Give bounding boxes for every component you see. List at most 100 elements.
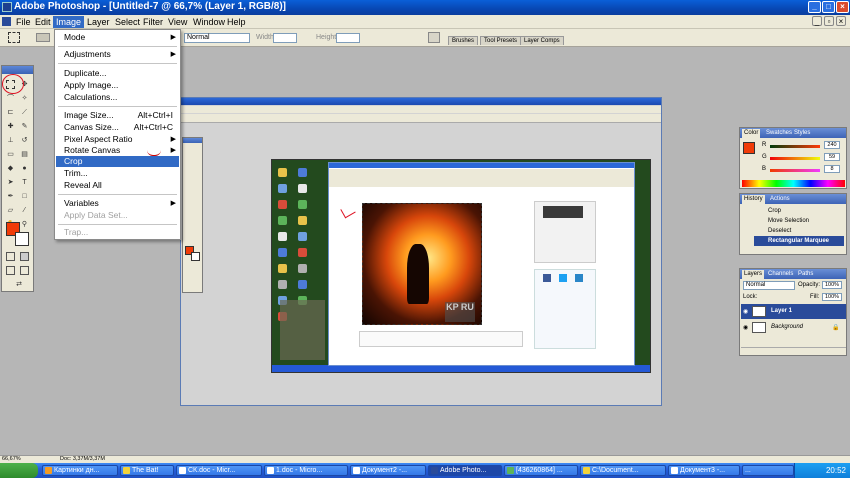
slice-tool-icon[interactable]: ⟋ <box>20 108 29 117</box>
clock[interactable]: 20:52 <box>826 466 846 475</box>
menu-image[interactable]: Image <box>53 16 85 28</box>
menu-item-image-size[interactable]: Image Size... Alt+Ctrl+I <box>56 110 179 121</box>
history-item[interactable]: Crop <box>754 206 844 216</box>
zoom-tool-icon[interactable]: ⚲ <box>20 220 29 229</box>
eyedropper-icon[interactable]: ⁄ <box>20 206 29 215</box>
pen-tool-icon[interactable]: ✒ <box>6 192 15 201</box>
menu-item-adjustments[interactable]: Adjustments ▶ <box>56 49 179 60</box>
tab-brushes[interactable]: Brushes <box>448 36 479 45</box>
menu-item-trim[interactable]: Trim... <box>56 168 179 179</box>
tab-actions[interactable]: Actions <box>768 195 792 204</box>
g-slider[interactable] <box>770 157 820 160</box>
eye-icon[interactable]: ◉ <box>743 308 749 315</box>
task-button[interactable]: The Bat! <box>120 465 174 476</box>
doc-minimize-button[interactable]: _ <box>812 16 822 26</box>
fullscreen-mode-icon[interactable] <box>20 266 29 275</box>
menu-help[interactable]: Help <box>224 16 249 28</box>
fire-photo[interactable]: KP RU <box>362 203 482 325</box>
marquee-tool-preset-icon[interactable] <box>8 32 20 43</box>
task-button[interactable]: ... <box>742 465 794 476</box>
clone-stamp-icon[interactable]: ⊥ <box>6 136 15 145</box>
tab-layers[interactable]: Layers <box>742 270 765 279</box>
close-button[interactable]: × <box>836 1 849 13</box>
history-item-active[interactable]: Rectangular Marquee <box>754 236 844 246</box>
tab-paths[interactable]: Paths <box>796 270 815 279</box>
menu-item-canvas-size[interactable]: Canvas Size... Alt+Ctrl+C <box>56 122 179 133</box>
menu-item-reveal-all[interactable]: Reveal All <box>56 180 179 191</box>
task-button[interactable]: [436260864] ... <box>504 465 578 476</box>
brush-tool-icon[interactable]: ✎ <box>20 122 29 131</box>
history-item[interactable]: Move Selection <box>754 216 844 226</box>
b-value[interactable]: 8 <box>824 165 840 173</box>
task-button-active[interactable]: Adobe Photo... <box>428 465 502 476</box>
tab-tool-presets[interactable]: Tool Presets <box>480 36 522 45</box>
color-fg-swatch[interactable] <box>743 142 755 154</box>
menu-edit[interactable]: Edit <box>32 16 54 28</box>
menu-file[interactable]: File <box>13 16 34 28</box>
menu-item-pixel-aspect-ratio[interactable]: Pixel Aspect Ratio ▶ <box>56 134 179 145</box>
menu-view[interactable]: View <box>165 16 190 28</box>
task-button[interactable]: C:\Document... <box>580 465 666 476</box>
eraser-tool-icon[interactable]: ▭ <box>6 150 15 159</box>
blur-tool-icon[interactable]: ◆ <box>6 164 15 173</box>
path-select-icon[interactable]: ➤ <box>6 178 15 187</box>
standard-mode-icon[interactable] <box>6 252 15 261</box>
tab-history[interactable]: History <box>742 195 765 204</box>
photoshop-doc-icon[interactable] <box>2 17 11 26</box>
history-brush-icon[interactable]: ↺ <box>20 136 29 145</box>
menu-window[interactable]: Window <box>190 16 228 28</box>
task-button[interactable]: СК.doc - Micr... <box>176 465 262 476</box>
start-button[interactable] <box>0 463 38 478</box>
file-browser-icon[interactable] <box>428 32 440 43</box>
history-item[interactable]: Deselect <box>754 226 844 236</box>
menu-item-apply-image[interactable]: Apply Image... <box>56 80 179 91</box>
task-button[interactable]: Документ2 -... <box>350 465 426 476</box>
tab-color[interactable]: Color <box>742 129 761 138</box>
b-slider[interactable] <box>770 169 820 172</box>
doc-restore-button[interactable]: ▫ <box>824 16 834 26</box>
tab-styles[interactable]: Styles <box>792 129 812 138</box>
height-input[interactable] <box>336 33 360 43</box>
eye-icon[interactable]: ◉ <box>743 324 749 331</box>
gradient-tool-icon[interactable]: ▤ <box>20 150 29 159</box>
width-input[interactable] <box>273 33 297 43</box>
task-button[interactable]: Документ3 -... <box>668 465 740 476</box>
background-color-swatch[interactable] <box>15 232 29 246</box>
blend-mode-select[interactable]: Normal <box>743 281 795 290</box>
menu-item-duplicate[interactable]: Duplicate... <box>56 68 179 79</box>
maximize-button[interactable]: □ <box>822 1 835 13</box>
style-select[interactable]: Normal <box>184 33 250 43</box>
tab-swatches[interactable]: Swatches <box>764 129 794 138</box>
selection-mode-icon[interactable] <box>36 33 50 42</box>
color-spectrum-bar[interactable] <box>742 180 845 187</box>
r-value[interactable]: 240 <box>824 141 840 149</box>
crop-tool-icon[interactable]: ⊏ <box>6 108 15 117</box>
healing-brush-icon[interactable]: ✚ <box>6 122 15 131</box>
minimize-button[interactable]: _ <box>808 1 821 13</box>
tab-channels[interactable]: Channels <box>766 270 795 279</box>
menu-layer[interactable]: Layer <box>84 16 113 28</box>
layers-footer-buttons[interactable] <box>741 347 846 355</box>
menu-item-mode[interactable]: Mode ▶ <box>56 32 179 43</box>
menu-item-calculations[interactable]: Calculations... <box>56 92 179 103</box>
tab-layer-comps[interactable]: Layer Comps <box>520 36 564 45</box>
r-slider[interactable] <box>770 145 820 148</box>
doc-close-button[interactable]: × <box>836 16 846 26</box>
fill-input[interactable]: 100% <box>822 293 842 301</box>
shape-tool-icon[interactable]: □ <box>20 192 29 201</box>
magic-wand-icon[interactable]: ✧ <box>20 94 29 103</box>
menu-select[interactable]: Select <box>112 16 143 28</box>
opacity-input[interactable]: 100% <box>822 281 842 289</box>
task-button[interactable]: Картинки дн... <box>42 465 118 476</box>
quick-mask-icon[interactable] <box>20 252 29 261</box>
type-tool-icon[interactable]: T <box>20 178 29 187</box>
menu-item-crop[interactable]: Crop <box>56 156 179 167</box>
jump-to-imageready-icon[interactable]: ⇄ <box>12 280 26 289</box>
screen-mode-icon[interactable] <box>6 266 15 275</box>
g-value[interactable]: 59 <box>824 153 840 161</box>
zoom-level[interactable]: 66,67% <box>2 456 21 463</box>
notes-tool-icon[interactable]: ▱ <box>6 206 15 215</box>
dodge-tool-icon[interactable]: ● <box>20 164 29 173</box>
lasso-tool-icon[interactable]: ⌒ <box>6 94 15 103</box>
menu-item-variables[interactable]: Variables ▶ <box>56 198 179 209</box>
